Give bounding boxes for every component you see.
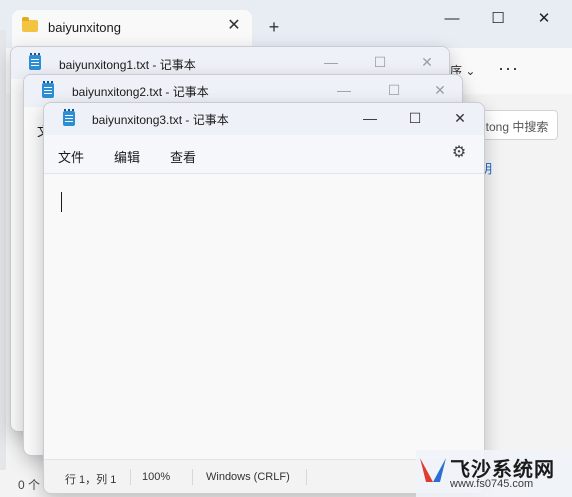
notepad-window-3: baiyunxitong3.txt - 记事本 — ☐ ✕ 文件 编辑 查看 ⚙… [43, 102, 485, 494]
notepad-3-maximize-button[interactable]: ☐ [395, 103, 435, 133]
watermark-url: www.fs0745.com [450, 478, 534, 490]
status-divider [192, 469, 193, 485]
explorer-maximize-button[interactable]: ☐ [476, 2, 520, 36]
more-options-icon[interactable]: ··· [498, 58, 519, 79]
explorer-tab[interactable]: baiyunxitong ✕ [12, 10, 252, 48]
notepad-1-maximize-button[interactable]: ☐ [360, 47, 400, 77]
text-editor-area[interactable] [44, 174, 484, 459]
navigation-pane-edge [0, 30, 6, 470]
notepad-3-title: baiyunxitong3.txt - 记事本 [92, 113, 229, 127]
notepad-2-title: baiyunxitong2.txt - 记事本 [72, 85, 209, 99]
notepad-3-close-button[interactable]: ✕ [440, 103, 480, 133]
text-caret [61, 192, 62, 212]
zoom-level: 100% [142, 471, 171, 483]
tab-close-icon[interactable]: ✕ [224, 16, 244, 36]
notepad-icon [29, 53, 41, 70]
notepad-3-title-bar[interactable]: baiyunxitong3.txt - 记事本 — ☐ ✕ [44, 103, 484, 135]
notepad-2-maximize-button[interactable]: ☐ [374, 75, 414, 105]
item-count-status: 0 个 [18, 478, 41, 492]
notepad-2-minimize-button[interactable]: — [324, 75, 364, 105]
search-placeholder: itong 中搜索 [483, 120, 549, 134]
notepad-icon [42, 81, 54, 98]
notepad-1-close-button[interactable]: ✕ [407, 47, 447, 77]
cursor-position: 行 1，列 1 [65, 474, 117, 486]
notepad-2-close-button[interactable]: ✕ [420, 75, 460, 105]
line-ending: Windows (CRLF) [206, 471, 290, 483]
explorer-close-button[interactable]: ✕ [522, 2, 566, 36]
notepad-3-menu-bar: 文件 编辑 查看 ⚙ [44, 135, 484, 174]
site-watermark: 飞沙系统网 www.fs0745.com [416, 450, 572, 497]
notepad-icon [63, 109, 75, 126]
menu-view[interactable]: 查看 [170, 147, 196, 166]
settings-gear-icon[interactable]: ⚙ [449, 143, 469, 163]
explorer-tab-title: baiyunxitong [48, 20, 121, 35]
status-divider [130, 469, 131, 485]
menu-edit[interactable]: 编辑 [114, 147, 140, 166]
notepad-3-minimize-button[interactable]: — [350, 103, 390, 133]
status-divider [306, 469, 307, 485]
notepad-1-title: baiyunxitong1.txt - 记事本 [59, 58, 196, 72]
explorer-minimize-button[interactable]: — [430, 2, 474, 36]
explorer-tab-bar: baiyunxitong ✕ + — ☐ ✕ [0, 0, 572, 48]
menu-file[interactable]: 文件 [58, 147, 84, 166]
folder-icon [22, 17, 38, 32]
notepad-1-minimize-button[interactable]: — [311, 47, 351, 77]
watermark-logo [420, 458, 446, 482]
new-tab-button[interactable]: + [262, 16, 286, 38]
